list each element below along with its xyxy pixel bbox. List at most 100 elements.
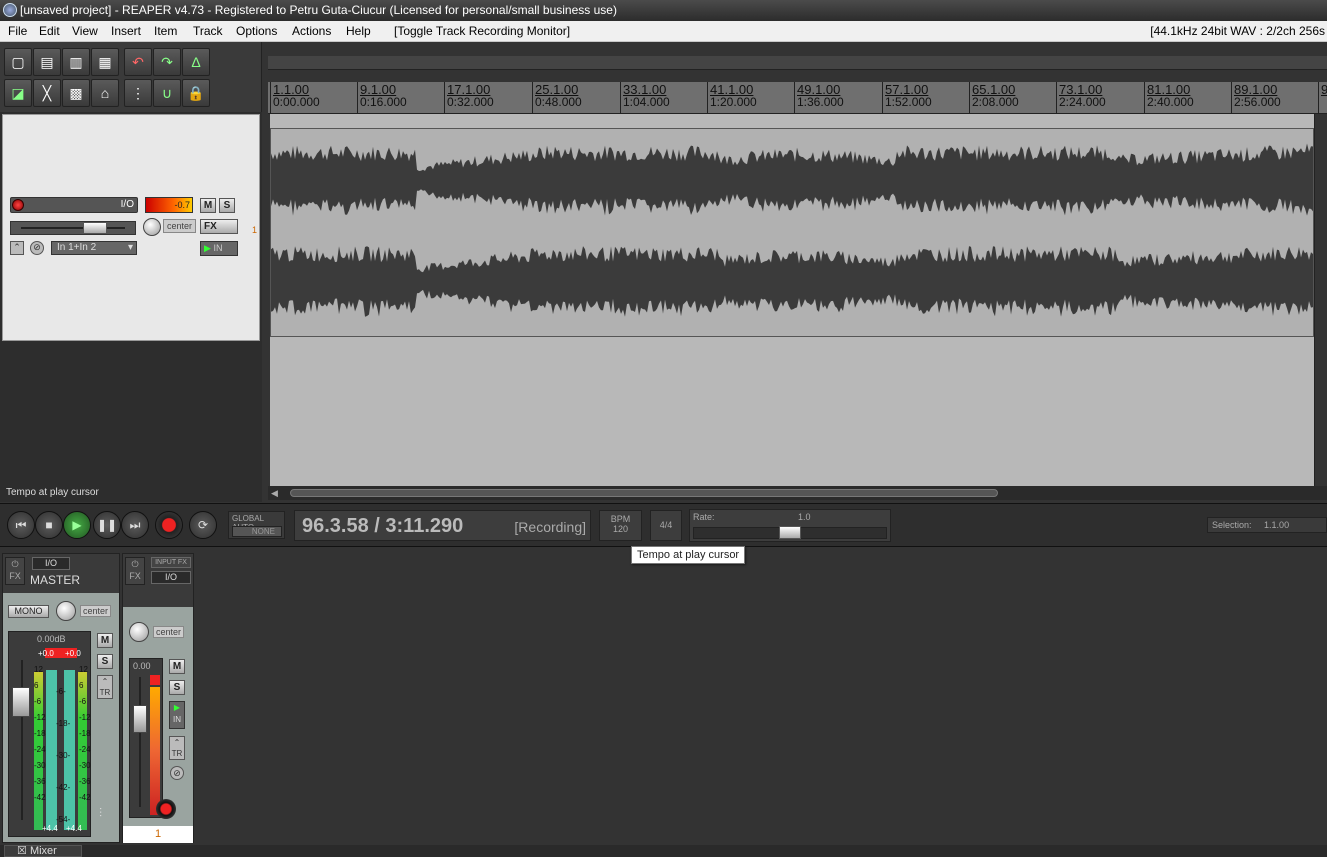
project-settings-icon[interactable]: ▦ [91,48,119,76]
menu-insert[interactable]: Insert [107,21,145,42]
track-fx-button[interactable]: FX [200,219,238,234]
master-io-button[interactable]: I/O [32,557,70,570]
track-strip-monitor-button[interactable]: ▶ IN [169,701,185,729]
scroll-left-icon[interactable]: ◀ [271,488,281,498]
record-arm-icon[interactable] [12,199,24,211]
new-project-icon[interactable]: ▢ [4,48,32,76]
track-meter-value: -0.7 [174,200,190,210]
snap-icon[interactable]: ⋮ [124,79,152,107]
ruler-mark: 81.1.00 2:40.000 [1144,82,1194,114]
media-item[interactable] [270,128,1314,337]
power-icon: ⏻ [131,559,139,569]
envelope-points-icon[interactable]: ⌂ [91,79,119,107]
ruler-mark: 25.1.00 0:48.000 [532,82,582,114]
undo-icon[interactable]: ↶ [124,48,152,76]
track-input-select[interactable]: In 1+In 2 ▾ [51,241,137,255]
track-strip-fader-handle[interactable] [133,705,147,733]
loop-icon[interactable]: ∪ [153,79,181,107]
track-io-button[interactable]: I/O [121,199,134,210]
menu-item[interactable]: Item [150,21,181,42]
bpm-label: BPM [610,514,631,524]
track-strip-envelope-button[interactable]: ⌃ TR [169,736,185,760]
track-pan-knob[interactable] [143,218,161,236]
ruler-mark: 33.1.00 1:04.000 [620,82,670,114]
pause-icon[interactable]: ❚❚ [93,511,121,539]
menu-track[interactable]: Track [189,21,227,42]
selection-display[interactable]: Selection: 1.1.00 [1207,517,1327,533]
toggle-recording-monitor[interactable]: [Toggle Track Recording Monitor] [390,21,574,42]
track-strip-pan-value: center [153,626,185,638]
master-envelope-button[interactable]: ⌃ TR [97,675,113,699]
phase-invert-icon[interactable]: ⊘ [30,241,44,255]
mixer-settings-icon[interactable]: ⫶ [99,806,119,826]
marker-lane[interactable] [268,56,1327,70]
track-control-panel[interactable]: I/O -0.7 M S center FX ⌃ ⊘ In 1+In 2 ▾ ▶… [2,114,260,341]
repeat-icon[interactable]: ⟳ [189,511,217,539]
track-strip-solo-button[interactable]: S [169,680,185,695]
metronome-icon[interactable]: Δ [182,48,210,76]
global-auto-panel[interactable]: GLOBAL AUTO NONE [228,511,285,539]
global-auto-none[interactable]: NONE [232,526,282,537]
monitor-play-icon: ▶ [173,703,181,712]
track-name-field[interactable]: I/O [10,197,138,213]
redo-icon[interactable]: ↷ [153,48,181,76]
track-monitor-button[interactable]: ▶ IN [200,241,238,256]
stop-icon[interactable]: ■ [35,511,63,539]
track-solo-button[interactable]: S [219,198,235,213]
track-volume-slider[interactable] [10,221,136,235]
ruler-mark: 89.1.00 2:56.000 [1231,82,1281,114]
ripple-edit-icon[interactable]: ╳ [33,79,61,107]
track-pan-value: center [163,219,197,233]
record-icon[interactable] [155,511,183,539]
menu-edit[interactable]: Edit [35,21,64,42]
mixer-panel [0,548,1327,845]
lock-icon[interactable]: 🔒 [182,79,210,107]
menu-view[interactable]: View [68,21,102,42]
timeline-ruler[interactable]: 1.1.00 0:00.000 9.1.00 0:16.000 17.1.00 0:3… [268,82,1327,114]
bpm-display[interactable]: BPM 120 [599,510,642,541]
mono-button[interactable]: MONO [8,605,49,618]
track-strip-io-button[interactable]: I/O [151,571,191,584]
track-channel-strip[interactable]: ⏻ FX INPUT FX I/O center 0.00 M S ▶ IN ⌃ TR… [122,553,194,843]
master-fader-handle[interactable] [12,687,30,717]
grid-icon[interactable]: ◪ [4,79,32,107]
master-pan-knob[interactable] [56,601,76,621]
bottom-peak-right: +4.4 [66,824,82,833]
track-strip-fx-button[interactable]: ⏻ FX [125,557,145,585]
close-icon[interactable]: ☒ [17,845,27,857]
master-mute-button[interactable]: M [97,633,113,648]
master-fx-button[interactable]: ⏻ FX [5,557,25,585]
open-project-icon[interactable]: ▤ [33,48,61,76]
go-to-end-icon[interactable]: ⏭ [121,511,149,539]
peak-right: +0.0 [65,649,81,658]
scroll-thumb[interactable] [290,489,998,497]
track-envelope-icon[interactable]: ⌃ [10,241,24,255]
menu-file[interactable]: File [4,21,31,42]
rate-handle[interactable] [779,526,801,539]
track-input-value: In 1+In 2 [57,242,97,253]
master-channel-strip[interactable]: ⏻ FX I/O MASTER MONO center 0.00dB +0.0 +… [2,553,120,843]
master-solo-button[interactable]: S [97,654,113,669]
time-signature[interactable]: 4/4 [650,510,682,541]
menu-help[interactable]: Help [342,21,375,42]
monitor-play-icon: ▶ [204,243,211,253]
horizontal-scrollbar[interactable]: ◀ [268,486,1327,500]
power-icon: ⏻ [11,559,19,569]
track-mute-button[interactable]: M [200,198,216,213]
time-display[interactable]: 96.3.58 / 3:11.290 [Recording] [294,510,591,541]
menu-actions[interactable]: Actions [288,21,335,42]
item-grouping-icon[interactable]: ▩ [62,79,90,107]
play-icon[interactable]: ▶ [63,511,91,539]
track-strip-pan-knob[interactable] [129,622,149,642]
input-fx-button[interactable]: INPUT FX [151,557,191,568]
mixer-tab[interactable]: ☒ Mixer [4,845,82,857]
save-project-icon[interactable]: ▥ [62,48,90,76]
track-strip-record-arm-icon[interactable] [156,799,176,819]
menu-options[interactable]: Options [232,21,281,42]
rate-value: 1.0 [798,512,811,522]
peak-left: +0.0 [38,649,54,658]
go-to-start-icon[interactable]: ⏮ [7,511,35,539]
phase-invert-icon[interactable]: ⊘ [170,766,184,780]
track-strip-mute-button[interactable]: M [169,659,185,674]
volume-handle[interactable] [83,222,107,234]
